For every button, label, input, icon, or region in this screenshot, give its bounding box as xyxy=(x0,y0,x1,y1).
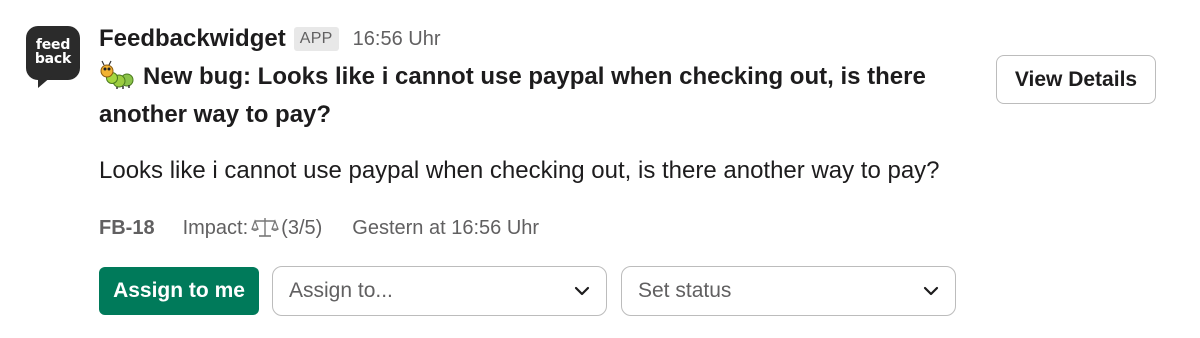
assign-to-placeholder: Assign to... xyxy=(289,279,393,302)
set-status-placeholder: Set status xyxy=(638,279,732,302)
message-body: Looks like i cannot use paypal when chec… xyxy=(99,157,940,184)
relative-timestamp[interactable]: Gestern at 16:56 Uhr xyxy=(352,217,539,240)
impact-label: Impact: xyxy=(182,216,249,239)
app-name[interactable]: Feedbackwidget xyxy=(99,25,286,53)
set-status-select[interactable]: Set status xyxy=(621,266,956,316)
message-header: Feedbackwidget APP 16:56 Uhr xyxy=(99,22,440,56)
message-title: New bug: Looks like i cannot use paypal … xyxy=(99,58,959,134)
avatar-text-line1: feed xyxy=(35,37,71,53)
app-badge: APP xyxy=(293,27,339,51)
title-text: New bug: Looks like i cannot use paypal … xyxy=(99,63,926,128)
impact: Impact: (3/5) xyxy=(183,216,323,240)
view-details-button[interactable]: View Details xyxy=(996,55,1156,104)
ticket-id: FB-18 xyxy=(99,216,155,239)
avatar-bubble-tail xyxy=(38,76,52,88)
slack-message: feed back Feedbackwidget APP 16:56 Uhr N… xyxy=(0,0,1200,338)
bug-icon xyxy=(100,60,134,89)
assign-to-select[interactable]: Assign to... xyxy=(272,266,607,316)
scale-icon xyxy=(251,218,280,237)
avatar[interactable]: feed back xyxy=(26,26,80,88)
timestamp[interactable]: 16:56 Uhr xyxy=(353,28,441,51)
chevron-down-icon xyxy=(923,286,939,296)
impact-value: (3/5) xyxy=(281,216,323,239)
chevron-down-icon xyxy=(574,286,590,296)
assign-to-me-button[interactable]: Assign to me xyxy=(99,267,259,315)
avatar-text-line2: back xyxy=(34,51,72,67)
message-meta: FB-18 Impact: (3/5) Gestern at 16:56 Uhr xyxy=(99,213,539,243)
